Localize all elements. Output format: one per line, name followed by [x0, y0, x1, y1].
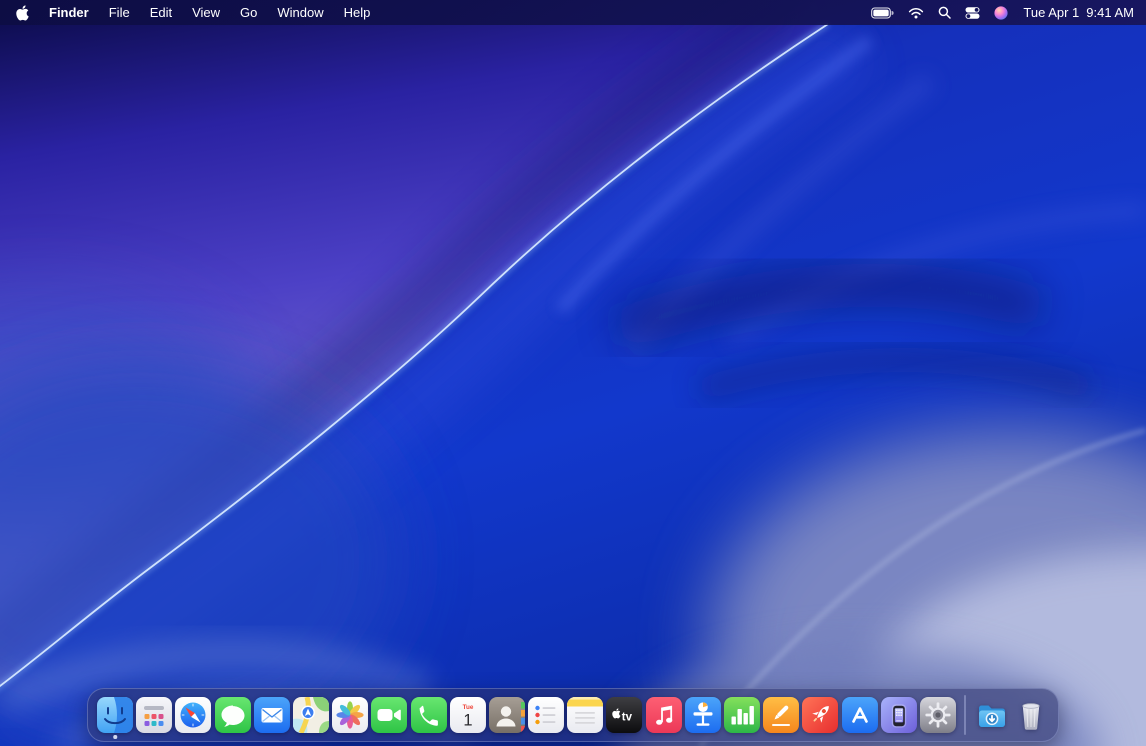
dock-item-iphone-mirroring[interactable] [881, 697, 917, 733]
menu-item-go[interactable]: Go [230, 0, 267, 25]
dock-item-system-settings[interactable] [920, 697, 956, 733]
numbers-icon [724, 697, 760, 733]
search-icon [938, 6, 951, 19]
apple-icon [16, 5, 29, 21]
dock: Tue 1 [87, 688, 1059, 742]
messages-icon [215, 697, 251, 733]
menu-bar-clock[interactable]: Tue Apr 1 9:41 AM [1015, 0, 1140, 25]
dock-item-downloads[interactable] [974, 697, 1010, 733]
dock-item-calendar[interactable]: Tue 1 [450, 697, 486, 733]
safari-icon [175, 697, 211, 733]
dock-item-reminders[interactable] [528, 697, 564, 733]
dock-item-tv[interactable]: tv [606, 697, 642, 733]
wifi-icon [908, 7, 924, 19]
status-siri[interactable] [987, 0, 1015, 25]
battery-icon [871, 7, 894, 19]
launchpad-icon [136, 697, 172, 733]
dock-item-phone[interactable] [411, 697, 447, 733]
clock-time: 9:41 AM [1086, 5, 1134, 20]
phone-icon [411, 697, 447, 733]
dock-item-safari[interactable] [175, 697, 211, 733]
apple-menu[interactable] [6, 0, 39, 25]
dock-item-messages[interactable] [215, 697, 251, 733]
menu-bar-left: Finder File Edit View Go Window Help [0, 0, 380, 25]
status-battery[interactable] [864, 0, 901, 25]
desktop[interactable]: Finder File Edit View Go Window Help [0, 0, 1146, 746]
dock-item-trash[interactable] [1013, 697, 1049, 733]
rocket-icon [802, 697, 838, 733]
music-icon [646, 697, 682, 733]
finder-icon [97, 697, 133, 733]
notes-icon [567, 697, 603, 733]
tv-label: tv [622, 712, 633, 724]
control-center-icon [965, 7, 980, 19]
menu-item-finder[interactable]: Finder [39, 0, 99, 25]
calendar-day: 1 [463, 712, 472, 730]
running-indicator [113, 735, 117, 739]
contacts-icon [489, 697, 525, 733]
dock-item-photos[interactable] [332, 697, 368, 733]
dock-item-pages[interactable] [763, 697, 799, 733]
dock-item-contacts[interactable] [489, 697, 525, 733]
mail-icon [254, 697, 290, 733]
dock-item-launchpad[interactable] [136, 697, 172, 733]
dock-item-numbers[interactable] [724, 697, 760, 733]
clock-date: Tue Apr 1 [1023, 5, 1079, 20]
dock-item-keynote[interactable] [685, 697, 721, 733]
calendar-weekday: Tue [462, 704, 473, 711]
dock-item-facetime[interactable] [371, 697, 407, 733]
dock-divider [964, 695, 966, 735]
dock-item-finder[interactable] [97, 697, 133, 733]
menu-item-file[interactable]: File [99, 0, 140, 25]
tv-icon: tv [606, 697, 642, 733]
facetime-icon [371, 697, 407, 733]
menu-bar: Finder File Edit View Go Window Help [0, 0, 1146, 25]
photos-icon [332, 697, 368, 733]
status-control-center[interactable] [958, 0, 987, 25]
maps-icon [293, 697, 329, 733]
menu-bar-right: Tue Apr 1 9:41 AM [864, 0, 1146, 25]
menu-item-view[interactable]: View [182, 0, 230, 25]
menu-item-help[interactable]: Help [334, 0, 381, 25]
downloads-folder-icon [974, 697, 1010, 733]
dock-item-app-store[interactable] [842, 697, 878, 733]
menu-item-edit[interactable]: Edit [140, 0, 182, 25]
dock-item-music[interactable] [646, 697, 682, 733]
system-settings-icon [920, 697, 956, 733]
wallpaper-image [0, 0, 1146, 746]
calendar-icon: Tue 1 [450, 697, 486, 733]
reminders-icon [528, 697, 564, 733]
status-spotlight[interactable] [931, 0, 958, 25]
dock-item-mail[interactable] [254, 697, 290, 733]
pages-icon [763, 697, 799, 733]
siri-icon [994, 6, 1008, 20]
dock-item-rocket[interactable] [802, 697, 838, 733]
keynote-icon [685, 697, 721, 733]
app-store-icon [842, 697, 878, 733]
dock-item-notes[interactable] [567, 697, 603, 733]
status-wifi[interactable] [901, 0, 931, 25]
trash-icon [1013, 697, 1049, 733]
dock-item-maps[interactable] [293, 697, 329, 733]
menu-item-window[interactable]: Window [267, 0, 333, 25]
iphone-mirroring-icon [881, 697, 917, 733]
